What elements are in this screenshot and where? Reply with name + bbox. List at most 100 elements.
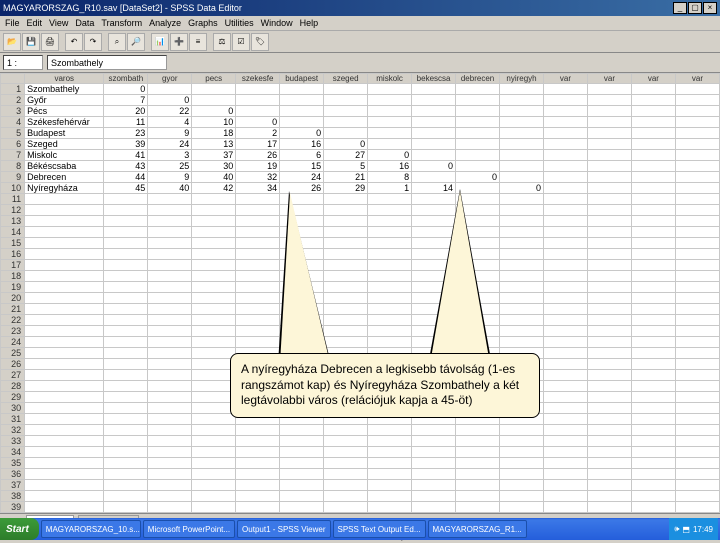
task-item[interactable]: Microsoft PowerPoint... [143,520,235,538]
data-cell[interactable] [544,106,588,117]
empty-cell[interactable] [500,513,544,514]
data-cell[interactable] [631,161,675,172]
empty-cell[interactable] [25,282,104,293]
empty-cell[interactable] [368,337,412,348]
table-row[interactable]: 38 [1,491,720,502]
row-number[interactable]: 4 [1,117,25,128]
empty-cell[interactable] [25,370,104,381]
empty-cell[interactable] [236,469,280,480]
empty-cell[interactable] [104,326,148,337]
empty-cell[interactable] [148,271,192,282]
empty-cell[interactable] [412,458,456,469]
empty-cell[interactable] [631,469,675,480]
empty-cell[interactable] [587,326,631,337]
data-cell[interactable] [587,139,631,150]
empty-cell[interactable] [544,216,588,227]
empty-cell[interactable] [236,502,280,513]
empty-cell[interactable] [587,271,631,282]
data-cell[interactable]: 11 [104,117,148,128]
row-number[interactable]: 17 [1,260,25,271]
data-cell[interactable] [148,84,192,95]
empty-cell[interactable] [104,238,148,249]
col-budapest[interactable]: budapest [280,74,324,84]
empty-cell[interactable] [675,381,719,392]
data-cell[interactable]: 0 [412,161,456,172]
empty-cell[interactable] [192,425,236,436]
table-row[interactable]: 12 [1,205,720,216]
table-row[interactable]: 20 [1,293,720,304]
empty-cell[interactable] [25,348,104,359]
empty-cell[interactable] [412,480,456,491]
empty-cell[interactable] [368,271,412,282]
empty-cell[interactable] [104,469,148,480]
empty-cell[interactable] [631,271,675,282]
col-varos[interactable]: varos [25,74,104,84]
empty-cell[interactable] [544,502,588,513]
empty-cell[interactable] [368,425,412,436]
empty-cell[interactable] [324,458,368,469]
table-row[interactable]: 16 [1,249,720,260]
empty-cell[interactable] [544,337,588,348]
data-cell[interactable] [456,150,500,161]
find-icon[interactable]: 🔎 [127,33,145,51]
empty-cell[interactable] [675,436,719,447]
data-cell[interactable]: 0 [192,106,236,117]
empty-cell[interactable] [544,326,588,337]
table-row[interactable]: 32 [1,425,720,436]
empty-cell[interactable] [675,238,719,249]
data-cell[interactable]: 0 [456,172,500,183]
empty-cell[interactable] [412,502,456,513]
empty-cell[interactable] [368,293,412,304]
col-miskolc[interactable]: miskolc [368,74,412,84]
empty-cell[interactable] [675,370,719,381]
empty-cell[interactable] [500,260,544,271]
empty-cell[interactable] [104,370,148,381]
data-cell[interactable] [368,95,412,106]
save-icon[interactable]: 💾 [22,33,40,51]
empty-cell[interactable] [675,293,719,304]
empty-cell[interactable] [587,425,631,436]
empty-cell[interactable] [104,359,148,370]
empty-cell[interactable] [148,326,192,337]
row-number[interactable]: 2 [1,95,25,106]
table-row[interactable]: 34 [1,447,720,458]
empty-cell[interactable] [104,436,148,447]
empty-cell[interactable] [192,293,236,304]
empty-cell[interactable] [148,436,192,447]
empty-cell[interactable] [544,315,588,326]
data-cell[interactable]: 16 [280,139,324,150]
table-row[interactable]: 15 [1,238,720,249]
empty-cell[interactable] [25,381,104,392]
data-cell[interactable] [412,172,456,183]
empty-cell[interactable] [280,491,324,502]
empty-cell[interactable] [324,513,368,514]
empty-cell[interactable] [25,513,104,514]
data-cell[interactable] [368,117,412,128]
empty-cell[interactable] [500,458,544,469]
col-szombath[interactable]: szombath [104,74,148,84]
empty-cell[interactable] [368,458,412,469]
empty-cell[interactable] [192,326,236,337]
empty-cell[interactable] [675,348,719,359]
empty-cell[interactable] [368,194,412,205]
redo-icon[interactable]: ↷ [84,33,102,51]
empty-cell[interactable] [368,227,412,238]
system-tray[interactable]: 🕪 ⬒ 17:49 [669,518,718,540]
menu-transform[interactable]: Transform [101,18,142,28]
empty-cell[interactable] [544,491,588,502]
menu-utilities[interactable]: Utilities [225,18,254,28]
row-number[interactable]: 8 [1,161,25,172]
empty-cell[interactable] [25,436,104,447]
cell-varos[interactable]: Budapest [25,128,104,139]
empty-cell[interactable] [104,491,148,502]
empty-cell[interactable] [25,271,104,282]
row-number[interactable]: 35 [1,458,25,469]
empty-cell[interactable] [324,480,368,491]
weight-icon[interactable]: ⚖ [213,33,231,51]
data-cell[interactable] [412,95,456,106]
empty-cell[interactable] [236,458,280,469]
table-row[interactable]: 1Szombathely0 [1,84,720,95]
empty-cell[interactable] [675,304,719,315]
empty-cell[interactable] [25,293,104,304]
data-cell[interactable] [544,183,588,194]
